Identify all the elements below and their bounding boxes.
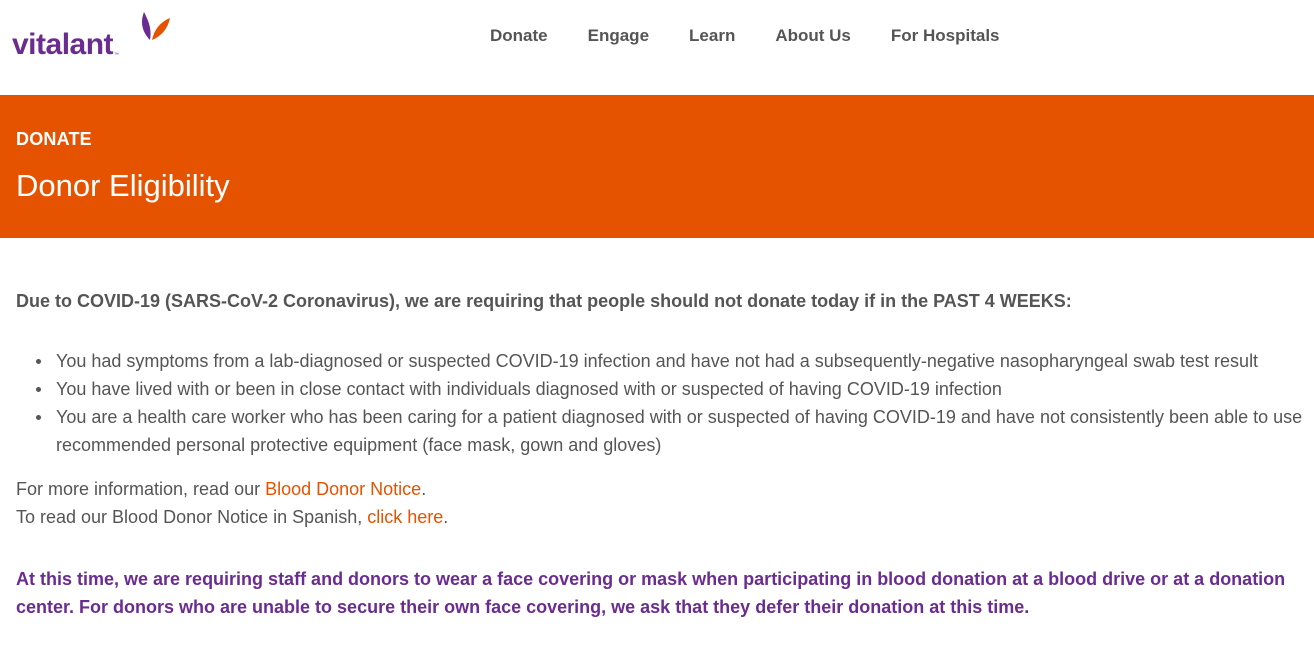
blood-donor-notice-link[interactable]: Blood Donor Notice (265, 479, 421, 499)
leaf-icon (142, 12, 170, 40)
nav-for-hospitals[interactable]: For Hospitals (891, 26, 1000, 46)
nav-about-us[interactable]: About Us (775, 26, 851, 46)
logo-wordmark: vitalant (12, 28, 114, 61)
more-info: For more information, read our Blood Don… (16, 475, 1306, 531)
vitalant-logo[interactable]: vitalant ™ (12, 10, 170, 61)
face-covering-notice: At this time, we are requiring staff and… (16, 569, 1286, 617)
nav-donate[interactable]: Donate (490, 26, 548, 46)
info-text: . (443, 507, 449, 527)
covid-lead-text: Due to COVID-19 (SARS-CoV-2 Coronavirus)… (16, 291, 1072, 311)
breadcrumb[interactable]: DONATE (16, 129, 92, 150)
deferral-reasons-list: You had symptoms from a lab-diagnosed or… (36, 347, 1306, 459)
logo-trademark: ™ (114, 52, 120, 58)
list-item: You had symptoms from a lab-diagnosed or… (36, 347, 1306, 375)
nav-learn[interactable]: Learn (689, 26, 735, 46)
list-item: You have lived with or been in close con… (36, 375, 1306, 403)
main-content: Due to COVID-19 (SARS-CoV-2 Coronavirus)… (16, 287, 1306, 621)
list-item: You are a health care worker who has bee… (36, 403, 1306, 459)
main-nav: Donate Engage Learn About Us For Hospita… (490, 26, 1040, 46)
nav-engage[interactable]: Engage (588, 26, 649, 46)
info-text: For more information, read our (16, 479, 266, 499)
site-header: vitalant ™ Donate Engage Learn About Us … (0, 0, 1314, 95)
info-text: To read our Blood Donor Notice in Spanis… (16, 507, 368, 527)
info-line-notice: For more information, read our Blood Don… (16, 475, 1306, 503)
page-title: Donor Eligibility (16, 168, 230, 203)
spanish-notice-link[interactable]: click here (367, 507, 443, 527)
info-text: . (421, 479, 427, 499)
info-line-spanish: To read our Blood Donor Notice in Spanis… (16, 503, 1306, 531)
page-banner: DONATE Donor Eligibility (0, 95, 1314, 238)
